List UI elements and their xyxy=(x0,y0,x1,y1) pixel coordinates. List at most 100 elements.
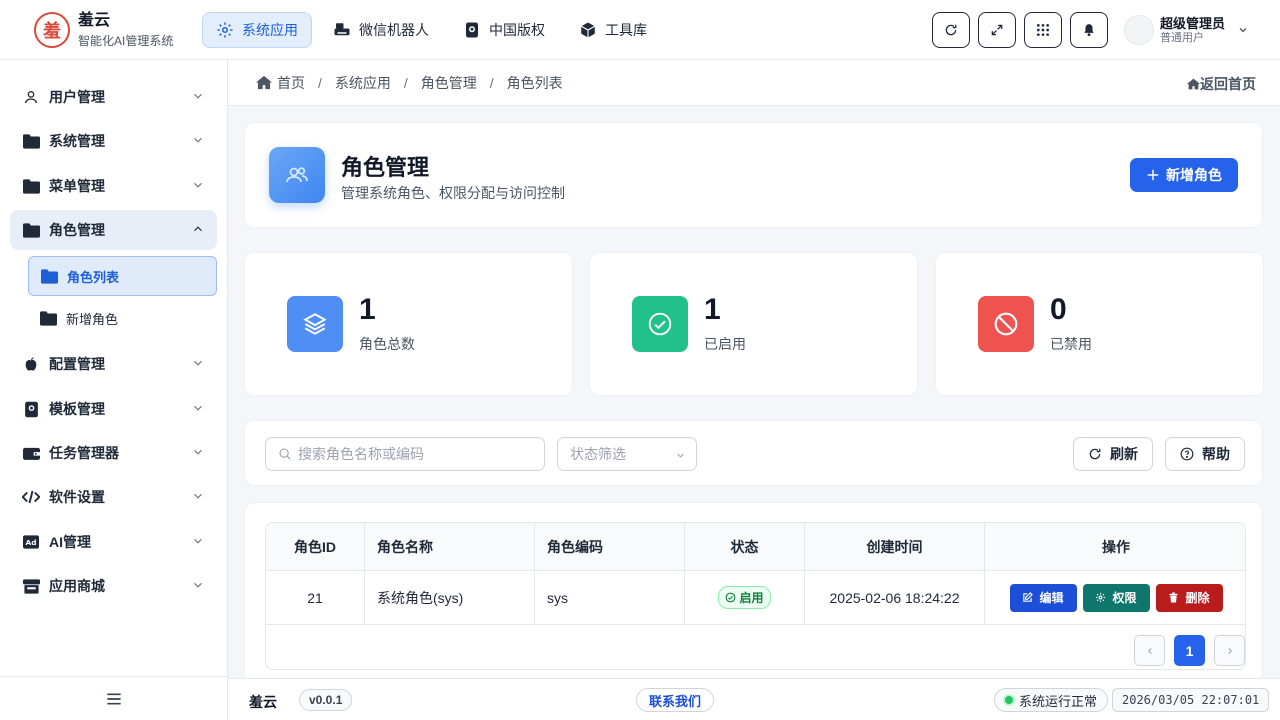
help-label: 帮助 xyxy=(1202,446,1230,462)
topnav-toolbox[interactable]: 工具库 xyxy=(566,12,660,48)
column-header: 角色编码 xyxy=(535,523,685,570)
contact-us-button[interactable]: 联系我们 xyxy=(636,688,715,712)
fullscreen-button[interactable] xyxy=(978,12,1016,48)
notifications-button[interactable] xyxy=(1070,12,1108,48)
breadcrumb-item[interactable]: 角色管理 xyxy=(421,73,477,93)
footer-brand: 羞云 xyxy=(249,694,277,710)
sidebar-item-config-management[interactable]: 配置管理 xyxy=(10,344,217,384)
refresh-button[interactable] xyxy=(932,12,970,48)
add-role-button[interactable]: 新增角色 xyxy=(1130,158,1238,192)
help-button[interactable]: 帮助 xyxy=(1165,437,1245,471)
role-table-card: 角色ID 角色名称 角色编码 状态 创建时间 操作 21 系统角色(sys) s… xyxy=(244,502,1263,682)
topnav-copyright[interactable]: 中国版权 xyxy=(450,12,558,48)
back-home-label: 返回首页 xyxy=(1200,76,1256,92)
search-box[interactable] xyxy=(265,437,545,471)
column-header: 操作 xyxy=(1102,538,1130,555)
user-icon xyxy=(25,91,37,104)
topnav-label: 工具库 xyxy=(605,21,647,38)
column-header: 角色名称 xyxy=(365,523,535,570)
brand-subtitle: 智能化AI管理系统 xyxy=(78,33,174,48)
sidebar-item-label: 模板管理 xyxy=(49,401,105,417)
stat-label: 角色总数 xyxy=(359,336,415,352)
sidebar-subitem-label: 新增角色 xyxy=(66,311,119,327)
user-menu[interactable]: 超级管理员 普通用户 xyxy=(1124,15,1280,45)
sidebar-item-template-management[interactable]: 模板管理 xyxy=(10,389,217,429)
expand-icon xyxy=(991,24,1003,36)
prev-page-button[interactable] xyxy=(1134,635,1165,666)
cell-actions: 编辑 权限 删除 xyxy=(985,571,1245,624)
topnav-label: 系统应用 xyxy=(242,21,298,38)
back-home-link[interactable]: 返回首页 xyxy=(1187,74,1256,94)
page-header-card: 角色管理 管理系统角色、权限分配与访问控制 新增角色 xyxy=(244,122,1263,228)
breadcrumb-item[interactable]: 系统应用 xyxy=(335,73,391,93)
sidebar-item-app-store[interactable]: 应用商城 xyxy=(10,566,217,606)
breadcrumb-home[interactable]: 首页 xyxy=(256,73,305,93)
sidebar-item-role-management[interactable]: 角色管理 xyxy=(10,210,217,250)
chevron-down-icon xyxy=(194,582,202,588)
chevron-down-icon xyxy=(1239,28,1247,33)
edit-label: 编辑 xyxy=(1039,591,1064,605)
clock: 2026/03/05 22:07:01 xyxy=(1112,688,1270,712)
chevron-right-icon xyxy=(1227,647,1232,654)
chevron-down-icon xyxy=(194,360,202,366)
brand-name: 羞云 xyxy=(78,11,111,29)
stat-value: 0 xyxy=(1050,293,1067,326)
sidebar-item-label: AI管理 xyxy=(49,534,91,550)
plus-icon xyxy=(1147,169,1159,181)
sidebar-item-software-settings[interactable]: 软件设置 xyxy=(10,477,217,517)
refresh-label: 刷新 xyxy=(1110,446,1138,462)
sidebar-item-system-management[interactable]: 系统管理 xyxy=(10,121,217,161)
sidebar-item-label: 软件设置 xyxy=(49,489,105,505)
status-badge: 启用 xyxy=(718,586,771,609)
sidebar-subitem-add-role[interactable]: 新增角色 xyxy=(28,298,217,338)
delete-button[interactable]: 删除 xyxy=(1155,583,1223,612)
breadcrumb-separator: / xyxy=(318,74,322,91)
page-button[interactable]: 1 xyxy=(1174,635,1205,666)
search-icon xyxy=(279,448,291,460)
chevron-down-icon xyxy=(194,449,202,455)
add-role-label: 新增角色 xyxy=(1166,167,1222,183)
home-icon xyxy=(256,75,272,90)
folder-icon xyxy=(22,133,40,149)
edit-button[interactable]: 编辑 xyxy=(1009,583,1077,612)
sidebar-item-menu-management[interactable]: 菜单管理 xyxy=(10,166,217,206)
sidebar-item-label: 任务管理器 xyxy=(49,445,119,461)
brand-logo-char: 羞 xyxy=(43,20,61,41)
sidebar-item-task-manager[interactable]: 任务管理器 xyxy=(10,433,217,473)
brand[interactable]: 羞 羞云 智能化AI管理系统 xyxy=(0,11,200,49)
chevron-down-icon xyxy=(194,405,202,411)
next-page-button[interactable] xyxy=(1214,635,1245,666)
topnav-system-apps[interactable]: 系统应用 xyxy=(202,11,312,48)
system-status: 系统运行正常 xyxy=(994,688,1109,712)
topnav-wechat-bot[interactable]: 微信机器人 xyxy=(320,12,442,48)
status-filter-select[interactable]: 状态筛选 xyxy=(557,437,697,471)
sidebar-item-label: 应用商城 xyxy=(49,578,105,594)
grid-icon xyxy=(1036,23,1050,37)
bell-icon xyxy=(1084,24,1094,37)
topnav-label: 中国版权 xyxy=(489,21,545,38)
sidebar-item-user-management[interactable]: 用户管理 xyxy=(10,77,217,117)
edit-icon xyxy=(1023,592,1034,602)
cube-icon xyxy=(580,22,596,37)
stat-label: 已禁用 xyxy=(1050,336,1092,352)
column-header: 创建时间 xyxy=(805,523,985,570)
page-subtitle: 管理系统角色、权限分配与访问控制 xyxy=(341,185,565,201)
folder-icon xyxy=(40,310,57,326)
refresh-list-button[interactable]: 刷新 xyxy=(1073,437,1153,471)
sidebar-item-ai-management[interactable]: Ad AI管理 xyxy=(10,522,217,562)
sidebar-subitem-role-list[interactable]: 角色列表 xyxy=(28,256,217,296)
apps-button[interactable] xyxy=(1024,12,1062,48)
hamburger-icon xyxy=(107,693,121,704)
search-input[interactable] xyxy=(298,446,538,462)
permission-button[interactable]: 权限 xyxy=(1082,583,1150,612)
permission-label: 权限 xyxy=(1112,591,1137,605)
sidebar-item-label: 用户管理 xyxy=(49,89,105,105)
cell-role-id: 21 xyxy=(266,571,365,624)
status-dot xyxy=(1005,696,1013,704)
sidebar-collapse-button[interactable] xyxy=(0,676,228,720)
sidebar-item-label: 角色管理 xyxy=(49,222,105,238)
stat-icon-disabled xyxy=(978,296,1034,352)
breadcrumb-separator: / xyxy=(403,74,408,91)
sidebar: 用户管理 系统管理 菜单管理 角色管理 角色列表 新增角色 配置管理 模板管理 … xyxy=(0,60,228,720)
brand-logo: 羞 xyxy=(34,11,70,48)
